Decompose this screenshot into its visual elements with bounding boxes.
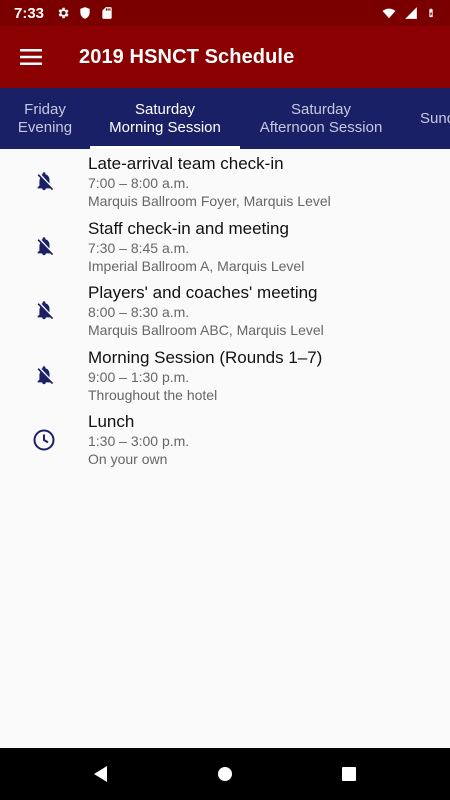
event-location: On your own: [88, 451, 168, 467]
schedule-list: Late-arrival team check-in 7:00 – 8:00 a…: [0, 149, 450, 472]
tab-label-line2: Afternoon Session: [259, 118, 383, 136]
signal-icon: [405, 7, 417, 19]
gear-icon: [58, 7, 69, 19]
event-time: 7:00 – 8:00 a.m.: [88, 175, 190, 191]
tab-label-line2: Morning Session: [109, 118, 221, 136]
back-icon: [94, 766, 107, 782]
event-title: Lunch: [88, 412, 135, 431]
event-location: Imperial Ballroom A, Marquis Level: [88, 257, 305, 274]
event-location: Marquis Ballroom Foyer, Marquis Level: [88, 193, 331, 209]
home-icon: [218, 767, 232, 781]
sd-card-icon: [102, 7, 112, 19]
tab-friday-evening[interactable]: Friday Evening: [0, 88, 90, 149]
battery-charging-icon: [429, 8, 433, 18]
recents-button[interactable]: [319, 748, 379, 800]
shield-icon: [80, 7, 90, 19]
bell-off-icon[interactable]: [33, 235, 55, 257]
home-button[interactable]: [195, 748, 255, 800]
list-item[interactable]: Lunch 1:30 – 3:00 p.m. On your own: [0, 407, 450, 472]
list-item[interactable]: Late-arrival team check-in 7:00 – 8:00 a…: [0, 149, 450, 214]
tab-label-line2: Evening: [17, 118, 73, 136]
status-bar: 7:33: [0, 0, 450, 26]
recents-icon: [342, 767, 356, 781]
bell-off-icon[interactable]: [33, 364, 55, 386]
event-time: 9:00 – 1:30 p.m.: [88, 368, 190, 385]
clock-icon[interactable]: [32, 428, 56, 452]
tab-bar: Friday Evening Saturday Morning Session Sa…: [0, 88, 450, 149]
bell-off-icon[interactable]: [33, 170, 55, 192]
bell-off-icon[interactable]: [33, 299, 55, 321]
list-item[interactable]: Staff check-in and meeting 7:30 – 8:45 a…: [0, 214, 450, 279]
tab-label-line1: Saturday: [290, 100, 352, 118]
app-bar: 2019 HSNCT Schedule: [0, 26, 450, 88]
event-time: 1:30 – 3:00 p.m.: [88, 433, 190, 449]
tab-label-line1: Friday: [24, 100, 66, 118]
list-item[interactable]: Players' and coaches' meeting 8:00 – 8:3…: [0, 278, 450, 343]
tab-saturday-morning[interactable]: Saturday Morning Session: [90, 88, 240, 149]
tab-label-line1: Sund: [420, 109, 450, 127]
list-item[interactable]: Morning Session (Rounds 1–7) 9:00 – 1:30…: [0, 343, 450, 408]
page-title: 2019 HSNCT Schedule: [79, 45, 295, 68]
event-time: 8:00 – 8:30 a.m.: [88, 304, 190, 320]
status-time: 7:33: [14, 4, 45, 22]
event-time: 7:30 – 8:45 a.m.: [88, 239, 190, 256]
navigation-bar: [0, 748, 450, 800]
event-title: Staff check-in and meeting: [88, 218, 289, 238]
event-title: Players' and coaches' meeting: [88, 283, 318, 302]
event-title: Late-arrival team check-in: [88, 154, 284, 173]
tab-label-line1: Saturday: [134, 100, 196, 118]
event-title: Morning Session (Rounds 1–7): [88, 347, 323, 367]
tab-sunday[interactable]: Sund: [402, 88, 450, 149]
event-location: Throughout the hotel: [88, 386, 218, 403]
event-location: Marquis Ballroom ABC, Marquis Level: [88, 322, 324, 338]
back-button[interactable]: [70, 748, 130, 800]
hamburger-menu-icon: [20, 49, 42, 65]
tab-saturday-afternoon[interactable]: Saturday Afternoon Session: [240, 88, 402, 149]
wifi-icon: [382, 8, 396, 19]
menu-button[interactable]: [0, 26, 62, 88]
